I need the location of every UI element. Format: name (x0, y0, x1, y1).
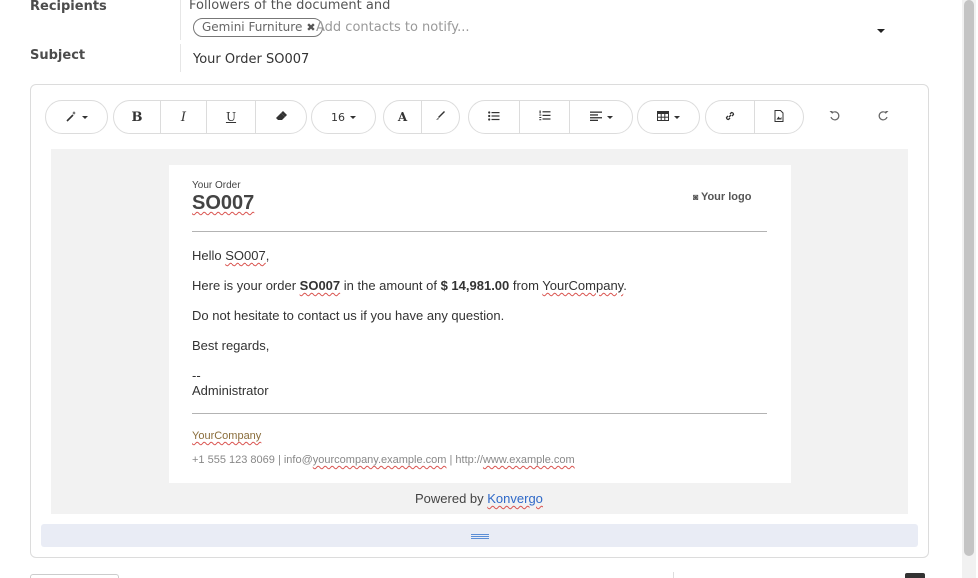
resize-grip-icon (471, 534, 489, 535)
regards-line: Best regards, (192, 338, 270, 353)
bold-button[interactable]: B (114, 101, 161, 133)
bullet-list-icon (488, 110, 500, 124)
contact-line: Do not hesitate to contact us if you hav… (192, 308, 505, 323)
bullet-list-button[interactable] (469, 101, 520, 133)
resize-grip-line (471, 536, 489, 537)
greeting-line: Hello SO007, (192, 248, 270, 263)
align-icon (589, 110, 602, 124)
powered-by-link[interactable]: Konvergo (487, 491, 543, 506)
italic-button[interactable]: I (161, 101, 207, 133)
undo-icon (829, 110, 840, 125)
table-group (637, 100, 700, 134)
highlight-icon (435, 110, 446, 124)
footer-partial-button[interactable] (30, 574, 119, 578)
powered-by-text: Powered by (415, 491, 488, 506)
undo-button[interactable] (818, 100, 850, 134)
footer-partial-icon (905, 573, 925, 578)
subject-separator (180, 44, 181, 72)
redo-button[interactable] (867, 100, 899, 134)
subject-input[interactable] (193, 49, 873, 69)
media-icon (774, 109, 784, 125)
recipients-separator (180, 0, 181, 40)
logo-text: Your logo (700, 191, 752, 203)
header-divider (192, 231, 767, 232)
resize-grip-line (471, 538, 489, 539)
font-color-button[interactable]: A (384, 101, 422, 133)
recipient-tag: Gemini Furniture ✖ (193, 18, 323, 37)
insert-group (705, 100, 804, 134)
color-group: A (383, 100, 460, 134)
magic-wand-icon (65, 110, 77, 125)
recipients-dropdown-icon[interactable] (877, 29, 885, 33)
recipient-tag-label: Gemini Furniture (202, 20, 303, 34)
style-group (45, 100, 108, 134)
mail-header-small: Your Order (192, 180, 241, 191)
font-size-group: 16 (311, 100, 376, 134)
company-name: YourCompany (542, 278, 624, 293)
company-logo: ◙ Your logo (693, 191, 751, 203)
font-color-icon: A (397, 110, 408, 124)
signature-name: Administrator (192, 383, 269, 398)
greeting-order: SO007 (225, 248, 266, 263)
remove-format-button[interactable] (256, 101, 306, 133)
table-icon (657, 110, 669, 124)
font-size-dropdown[interactable]: 16 (312, 101, 375, 133)
footer-divider (192, 413, 767, 414)
email-body[interactable] (169, 165, 791, 483)
numbered-list-button[interactable] (520, 101, 570, 133)
contacts-input[interactable] (316, 17, 856, 37)
order-amount: $ 14,981.00 (440, 278, 510, 293)
media-button[interactable] (755, 101, 803, 133)
numbered-list-icon (538, 110, 551, 124)
format-group: B I U (113, 100, 307, 134)
paragraph-group (468, 100, 633, 134)
underline-icon: U (225, 110, 237, 124)
scrollbar-thumb[interactable] (964, 0, 974, 556)
subject-label: Subject (30, 48, 86, 63)
table-dropdown-button[interactable] (638, 101, 699, 133)
link-button[interactable] (706, 101, 755, 133)
powered-by: Powered by Konvergo (415, 491, 543, 506)
mail-header-order: SO007 (192, 192, 255, 214)
footer-partial-separator (673, 572, 674, 578)
align-dropdown-button[interactable] (570, 101, 632, 133)
highlight-button[interactable] (422, 101, 459, 133)
footer-contact: +1 555 123 8069 | info@yourcompany.examp… (192, 454, 575, 466)
redo-icon (878, 110, 889, 125)
bold-icon: B (131, 109, 143, 125)
link-icon (724, 110, 736, 125)
eraser-icon (275, 110, 287, 124)
order-summary-line: Here is your order SO007 in the amount o… (192, 278, 627, 293)
order-reference: SO007 (299, 278, 341, 293)
signature-dash: -- (192, 368, 201, 383)
followers-text: Followers of the document and (189, 0, 391, 13)
italic-icon: I (180, 109, 187, 125)
footer-company: YourCompany (192, 430, 262, 442)
style-dropdown-button[interactable] (46, 101, 107, 133)
font-size-value: 16 (331, 110, 345, 124)
remove-tag-icon[interactable]: ✖ (306, 19, 315, 36)
camera-icon: ◙ (693, 192, 701, 202)
underline-button[interactable]: U (207, 101, 256, 133)
recipients-label: Recipients (30, 0, 107, 14)
